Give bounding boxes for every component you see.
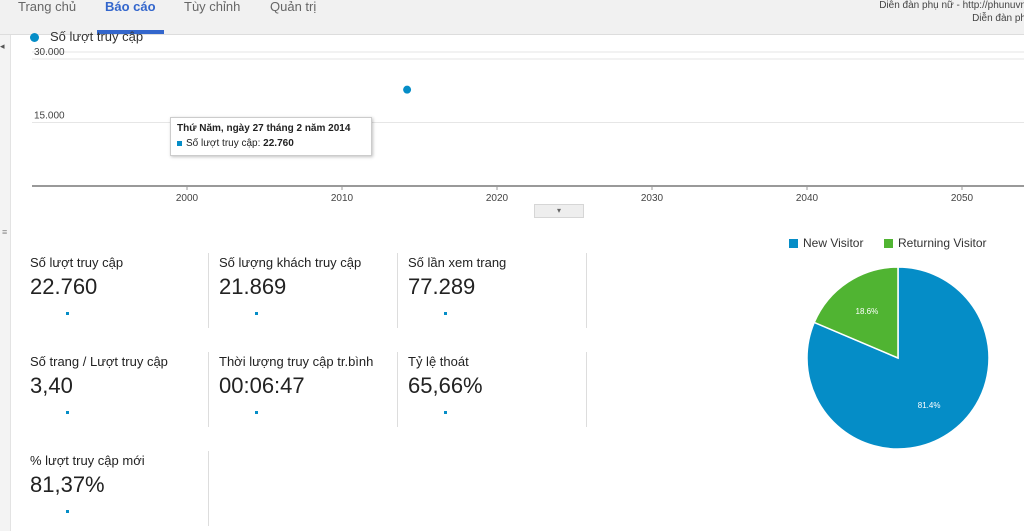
chart-points bbox=[402, 84, 413, 95]
metric-avg-duration[interactable]: Thời lượng truy cập tr.bình 00:06:47 bbox=[219, 354, 389, 414]
metric-label: Số lượng khách truy cập bbox=[219, 255, 362, 270]
chevron-down-icon: ▾ bbox=[556, 206, 561, 215]
pie-slice-label: 81.4% bbox=[918, 401, 941, 410]
pie-legend-returning[interactable]: Returning Visitor bbox=[884, 236, 987, 250]
metric-divider bbox=[586, 352, 587, 427]
metric-value: 3,40 bbox=[30, 373, 73, 398]
series-swatch-icon bbox=[177, 140, 182, 146]
tooltip-label: Số lượt truy cập: bbox=[186, 138, 264, 149]
metric-sparkline bbox=[66, 510, 69, 513]
metric-sparkline bbox=[444, 411, 447, 414]
metric-sessions[interactable]: Số lượt truy cập 22.760 bbox=[30, 255, 200, 315]
metric-divider bbox=[208, 253, 209, 328]
x-tick-label: 2020 bbox=[486, 193, 509, 204]
metric-sparkline bbox=[255, 411, 258, 414]
metric-bounce-rate[interactable]: Tỷ lệ thoát 65,66% bbox=[408, 354, 578, 414]
metric-pageviews[interactable]: Số lần xem trang 77.289 bbox=[408, 255, 578, 315]
metric-label: Thời lượng truy cập tr.bình bbox=[219, 354, 374, 369]
x-tick-label: 2030 bbox=[641, 193, 664, 204]
chart-tooltip: Thứ Năm, ngày 27 tháng 2 năm 2014 Số lượ… bbox=[170, 117, 372, 156]
metric-value: 00:06:47 bbox=[219, 373, 305, 398]
pie-legend-new[interactable]: New Visitor bbox=[789, 236, 863, 250]
metric-divider bbox=[208, 352, 209, 427]
metric-divider bbox=[397, 352, 398, 427]
metric-label: % lượt truy cập mới bbox=[30, 453, 145, 468]
tooltip-row: Số lượt truy cập: 22.760 bbox=[177, 138, 294, 149]
drag-handle-icon[interactable]: ≡ bbox=[2, 227, 7, 237]
metric-divider bbox=[397, 253, 398, 328]
pie-slice[interactable] bbox=[813, 266, 899, 360]
metric-label: Số lượt truy cập bbox=[30, 255, 124, 270]
pie-legend-label: Returning Visitor bbox=[898, 236, 987, 250]
metric-label: Tỷ lệ thoát bbox=[408, 354, 469, 369]
pie-slice[interactable] bbox=[806, 266, 990, 450]
metric-sparkline bbox=[255, 312, 258, 315]
metric-label: Số trang / Lượt truy cập bbox=[30, 354, 168, 369]
x-tick-label: 2040 bbox=[796, 193, 819, 204]
metric-divider bbox=[208, 451, 209, 526]
tooltip-date: Thứ Năm, ngày 27 tháng 2 năm 2014 bbox=[177, 123, 351, 134]
metric-new-sessions[interactable]: % lượt truy cập mới 81,37% bbox=[30, 453, 200, 513]
metric-users[interactable]: Số lượng khách truy cập 21.869 bbox=[219, 255, 389, 315]
series-legend-label[interactable]: Số lượt truy cập bbox=[50, 29, 143, 44]
y-tick-label: 30.000 bbox=[34, 47, 65, 58]
metric-divider bbox=[586, 253, 587, 328]
tooltip-value: 22.760 bbox=[263, 138, 294, 149]
metric-value: 65,66% bbox=[408, 373, 483, 398]
chart-x-axis: 2000 2010 2020 2030 2040 2050 bbox=[176, 186, 974, 204]
metric-label: Số lần xem trang bbox=[408, 255, 507, 270]
metric-value: 81,37% bbox=[30, 472, 105, 497]
chart-expand-button[interactable]: ▾ bbox=[534, 204, 584, 218]
x-tick-label: 2010 bbox=[331, 193, 354, 204]
y-tick-label: 15.000 bbox=[34, 111, 65, 122]
series-legend-dot bbox=[30, 33, 39, 42]
x-tick-label: 2000 bbox=[176, 193, 199, 204]
legend-swatch-icon bbox=[789, 239, 798, 248]
data-point[interactable] bbox=[402, 84, 413, 95]
chart-y-axis: 15.000 30.000 bbox=[34, 47, 65, 121]
pie-slice-label: 18.6% bbox=[856, 307, 879, 316]
x-tick-label: 2050 bbox=[951, 193, 974, 204]
metric-value: 22.760 bbox=[30, 274, 98, 299]
metric-pages-per-session[interactable]: Số trang / Lượt truy cập 3,40 bbox=[30, 354, 200, 414]
metric-sparkline bbox=[444, 312, 447, 315]
metric-value: 77.289 bbox=[408, 274, 476, 299]
visits-chart: 2000 2010 2020 2030 2040 2050 15.000 30.000 bbox=[32, 47, 1024, 204]
pie-legend-label: New Visitor bbox=[803, 236, 864, 250]
metric-value: 21.869 bbox=[219, 274, 287, 299]
legend-swatch-icon bbox=[884, 239, 893, 248]
metric-sparkline bbox=[66, 312, 69, 315]
metric-sparkline bbox=[66, 411, 69, 414]
